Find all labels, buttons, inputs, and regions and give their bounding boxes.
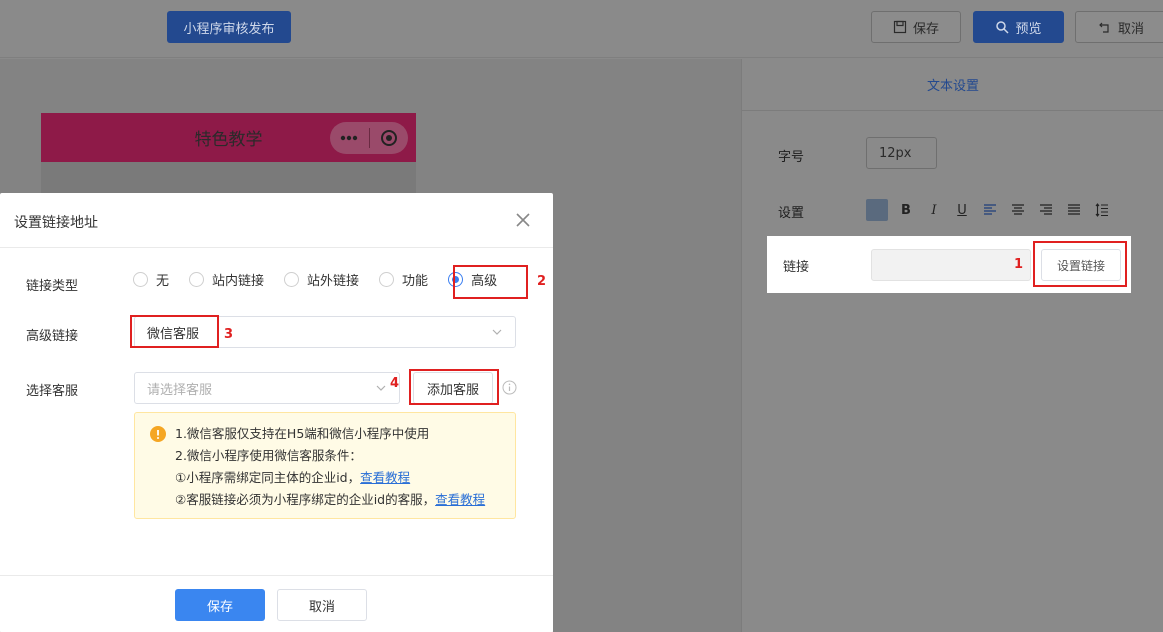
dialog-header: 设置链接地址: [0, 193, 553, 248]
info-icon[interactable]: [502, 380, 517, 395]
top-save-label: 保存: [912, 21, 939, 37]
highlight-box-set-link: [1033, 241, 1127, 287]
step-number-4: 4: [390, 376, 400, 391]
radio-internal-link-label: 站内链接: [212, 274, 265, 289]
search-icon: [996, 21, 1010, 34]
radio-internal-link-dot: [189, 272, 205, 287]
preview-button[interactable]: 预览: [973, 11, 1064, 43]
radio-function-dot: [379, 272, 395, 287]
service-select[interactable]: 请选择客服: [134, 372, 400, 404]
link-label: 链接: [783, 260, 810, 275]
notice-line-1: 1.微信客服仅支持在H5端和微信小程序中使用: [175, 426, 430, 441]
top-toolbar: 小程序审核发布 保存 预览 取消: [0, 0, 1163, 58]
radio-internal-link[interactable]: 站内链接: [189, 270, 264, 289]
align-right-icon[interactable]: [1036, 199, 1056, 221]
font-size-label: 字号: [778, 150, 805, 165]
align-left-icon[interactable]: [980, 199, 1000, 221]
phone-title: 特色教学: [194, 130, 263, 150]
select-service-label: 选择客服: [26, 384, 79, 399]
highlight-box-add-service: [409, 369, 499, 405]
step-number-2: 2: [537, 274, 547, 289]
link-input[interactable]: [871, 249, 1031, 281]
link-type-label: 链接类型: [26, 279, 79, 294]
tutorial-link-2[interactable]: 查看教程: [435, 492, 485, 507]
align-center-icon[interactable]: [1008, 199, 1028, 221]
line-height-icon[interactable]: [1092, 199, 1112, 221]
italic-button[interactable]: I: [924, 199, 944, 221]
notice-line-3: ①小程序需绑定同主体的企业id，查看教程: [175, 467, 515, 489]
dialog-title: 设置链接地址: [14, 215, 98, 231]
bold-button[interactable]: B: [896, 199, 916, 221]
highlight-box-wechat-service: [130, 315, 219, 348]
top-save-button[interactable]: 保存: [871, 11, 961, 43]
phone-header: 特色教学: [41, 113, 416, 162]
more-icon: [330, 122, 369, 154]
undo-icon: [1099, 22, 1109, 33]
radio-none[interactable]: 无: [133, 270, 169, 289]
warning-icon: [150, 426, 166, 442]
notice-line-2: 2.微信小程序使用微信客服条件：: [175, 448, 362, 463]
underline-button[interactable]: U: [952, 199, 972, 221]
tutorial-link-1[interactable]: 查看教程: [360, 470, 410, 485]
publish-button[interactable]: 小程序审核发布: [167, 11, 291, 43]
radio-none-label: 无: [156, 274, 170, 289]
align-justify-icon[interactable]: [1064, 199, 1084, 221]
close-target-icon: [369, 122, 408, 154]
advanced-link-label: 高级链接: [26, 329, 79, 344]
chevron-down-icon: [492, 329, 502, 335]
radio-external-link[interactable]: 站外链接: [284, 270, 359, 289]
preview-label: 预览: [1015, 21, 1042, 37]
radio-none-dot: [133, 272, 148, 287]
font-size-input[interactable]: 12px: [866, 137, 937, 169]
settings-panel: 文本设置 字号 12px 设置 B I U: [741, 59, 1163, 632]
notice-line-3-text: ①小程序需绑定同主体的企业id，: [175, 470, 361, 485]
top-cancel-label: 取消: [1117, 21, 1144, 37]
top-cancel-button[interactable]: 取消: [1075, 11, 1163, 43]
highlight-box-advanced: [453, 265, 528, 299]
radio-external-link-label: 站外链接: [307, 274, 360, 289]
tab-text-settings[interactable]: 文本设置: [742, 59, 1163, 111]
step-number-1: 1: [1014, 257, 1024, 272]
notice-box: 1.微信客服仅支持在H5端和微信小程序中使用 2.微信小程序使用微信客服条件： …: [134, 412, 516, 519]
cancel-button[interactable]: 取消: [277, 589, 367, 621]
link-dialog: 设置链接地址 链接类型 无 站内链接 站外链接 功能 高级 2 高级链接 微信客…: [0, 193, 553, 632]
format-toolbar: B I U: [866, 199, 1112, 221]
step-number-3: 3: [224, 327, 234, 342]
notice-line-4: ②客服链接必须为小程序绑定的企业id的客服，查看教程: [175, 489, 515, 511]
service-select-placeholder: 请选择客服: [147, 382, 213, 398]
settings-label: 设置: [778, 206, 805, 221]
radio-function-label: 功能: [402, 274, 429, 289]
radio-function[interactable]: 功能: [379, 270, 428, 289]
save-button[interactable]: 保存: [175, 589, 265, 621]
dialog-footer: 保存 取消: [0, 575, 553, 632]
close-icon[interactable]: [513, 210, 533, 230]
chevron-down-icon: [376, 385, 386, 391]
color-swatch[interactable]: [866, 199, 888, 221]
mini-program-capsule: [330, 122, 408, 154]
save-icon: [893, 20, 907, 34]
radio-external-link-dot: [284, 272, 300, 287]
notice-line-4-text: ②客服链接必须为小程序绑定的企业id的客服，: [175, 492, 436, 507]
